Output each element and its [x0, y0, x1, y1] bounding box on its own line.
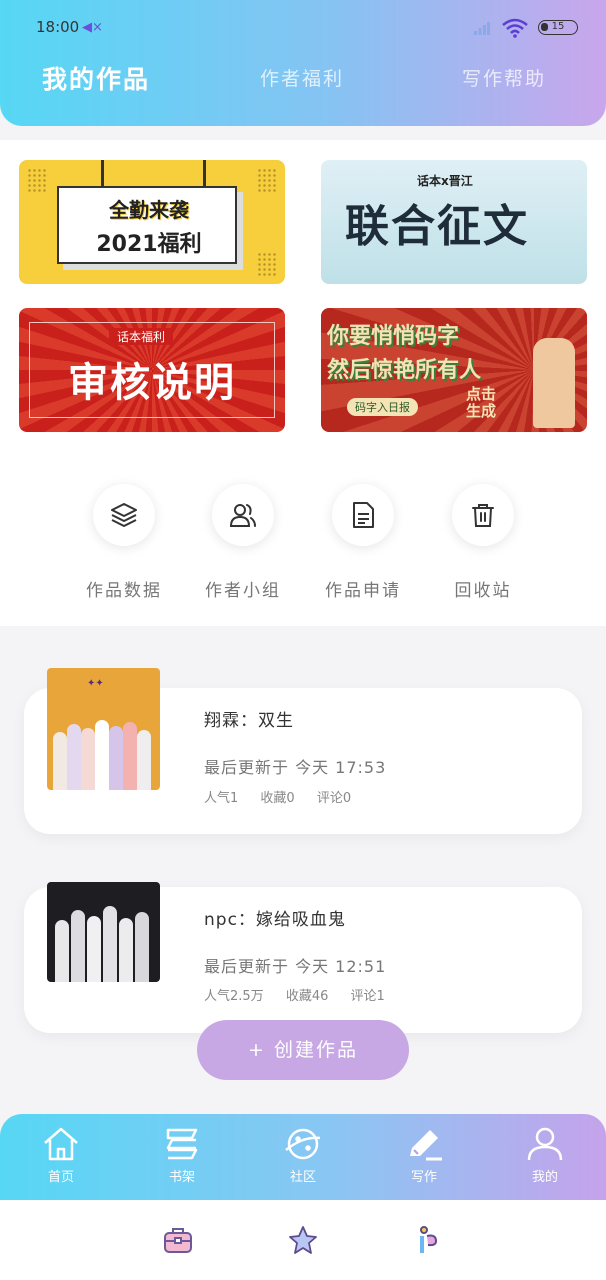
nav-label: 书架 [168, 1170, 195, 1185]
work-title[interactable]: 翔霖：双生 [204, 706, 294, 731]
wifi-icon [502, 18, 528, 38]
banner-title: 联合征文 [345, 201, 529, 252]
work-popularity: 人气2.5万 [204, 989, 264, 1004]
cover-figure [109, 726, 123, 790]
banner-title: 审核说明 [68, 360, 236, 406]
banner-daily-writing[interactable]: 你要悄悄码字 然后惊艳所有人 码字入日报 点击生成 [321, 308, 587, 432]
system-tray [0, 1200, 606, 1280]
banner-grid: 全勤来袭 2021福利 话本x晋江 联合征文 话本福利 审核说明 你要悄悄码字 … [0, 140, 606, 440]
nav-item-home[interactable]: 首页 [21, 1126, 101, 1185]
quick-label: 作品申请 [325, 581, 401, 601]
banner-subtitle: 2021福利 [96, 232, 202, 257]
bottom-nav: 首页 书架 社区 写作 我的 [0, 1114, 606, 1200]
decoration-dots [257, 168, 277, 192]
cover-figure [67, 724, 81, 790]
status-bar: 18:00 ◀× 15 [36, 16, 578, 42]
cover-figure [103, 906, 117, 982]
cover-figure [53, 732, 67, 790]
group-icon [212, 484, 274, 546]
decoration-dots [257, 252, 277, 276]
nav-label: 首页 [47, 1170, 74, 1185]
toolbox-icon[interactable] [162, 1224, 194, 1256]
cover-figure [87, 916, 101, 982]
cover-figure [123, 722, 137, 790]
work-cover-image[interactable]: ✦✦ [47, 668, 160, 790]
banner-joint-contest[interactable]: 话本x晋江 联合征文 [321, 160, 587, 284]
quick-actions: 作品数据 作者小组 作品申请 回收站 [0, 440, 606, 626]
mute-icon: ◀× [82, 20, 103, 35]
header: 18:00 ◀× 15 我的作品 作者福利 写作帮助 [0, 0, 606, 126]
banner-badge: 码字入日报 [347, 398, 418, 416]
banner-review-guide[interactable]: 话本福利 审核说明 [19, 308, 285, 432]
nav-item-write[interactable]: 写作 [384, 1126, 464, 1185]
nav-label: 写作 [410, 1170, 437, 1185]
user-icon [527, 1127, 563, 1161]
work-comments: 评论1 [350, 989, 385, 1004]
tab-author-benefits[interactable]: 作者福利 [260, 64, 344, 91]
quick-work-data[interactable]: 作品数据 [64, 484, 184, 601]
trash-icon [452, 484, 514, 546]
battery-icon: 15 [538, 20, 578, 35]
quick-label: 回收站 [454, 581, 512, 601]
banner-attendance[interactable]: 全勤来袭 2021福利 [19, 160, 285, 284]
nav-label: 我的 [531, 1170, 558, 1185]
work-comments: 评论0 [316, 791, 352, 806]
decoration-dots [27, 168, 47, 192]
cover-figure [55, 920, 69, 982]
cover-figure [95, 720, 109, 790]
star-icon[interactable] [287, 1224, 319, 1256]
banner-cta: 点击生成 [465, 385, 496, 420]
planet-icon [285, 1128, 321, 1160]
work-updated: 最后更新于 今天 17:53 [204, 758, 387, 777]
work-stats: 人气1 收藏0 评论0 [204, 787, 369, 806]
cover-logo: ✦✦ [87, 678, 104, 689]
tab-writing-help[interactable]: 写作帮助 [462, 64, 546, 91]
pen-icon [410, 1130, 442, 1161]
banner-card: 全勤来袭 2021福利 [57, 186, 237, 264]
quick-author-group[interactable]: 作者小组 [183, 484, 303, 601]
quick-label: 作品数据 [86, 581, 162, 601]
banner-subtitle: 话本福利 [109, 328, 174, 345]
home-icon [44, 1127, 78, 1161]
nav-item-community[interactable]: 社区 [263, 1126, 343, 1185]
battery-level: 15 [551, 21, 565, 32]
banner-title: 全勤来袭 [109, 198, 189, 222]
toy-icon[interactable] [412, 1224, 444, 1256]
quick-label: 作者小组 [205, 581, 281, 601]
work-updated: 最后更新于 今天 12:51 [204, 957, 387, 976]
nav-label: 社区 [289, 1170, 316, 1185]
nav-item-profile[interactable]: 我的 [505, 1126, 585, 1185]
work-favorites: 收藏0 [260, 791, 295, 806]
layers-icon [93, 484, 155, 546]
banner-title: 你要悄悄码字 [327, 324, 460, 349]
work-title[interactable]: npc：嫁给吸血鬼 [204, 905, 346, 930]
cover-figure [137, 730, 151, 790]
fist-illustration [533, 338, 575, 428]
tab-my-works[interactable]: 我的作品 [42, 60, 150, 96]
cover-figure [81, 728, 95, 790]
work-cover-image[interactable] [47, 882, 160, 982]
document-icon [332, 484, 394, 546]
work-popularity: 人气1 [204, 791, 239, 806]
status-time: 18:00 [36, 18, 80, 36]
signal-icon [474, 22, 490, 35]
bookshelf-icon [166, 1128, 198, 1160]
nav-item-bookshelf[interactable]: 书架 [142, 1126, 222, 1185]
work-stats: 人气2.5万 收藏46 评论1 [204, 985, 403, 1004]
banner-title-line2: 然后惊艳所有人 [327, 358, 482, 383]
top-tabs: 我的作品 作者福利 写作帮助 [0, 64, 606, 104]
cover-figure [71, 910, 85, 982]
create-work-button[interactable]: + 创建作品 [197, 1020, 409, 1080]
banner-subtitle: 话本x晋江 [417, 174, 473, 188]
quick-work-apply[interactable]: 作品申请 [303, 484, 423, 601]
work-favorites: 收藏46 [285, 989, 329, 1004]
cover-figure [135, 912, 149, 982]
cover-figure [119, 918, 133, 982]
quick-recycle-bin[interactable]: 回收站 [423, 484, 543, 601]
